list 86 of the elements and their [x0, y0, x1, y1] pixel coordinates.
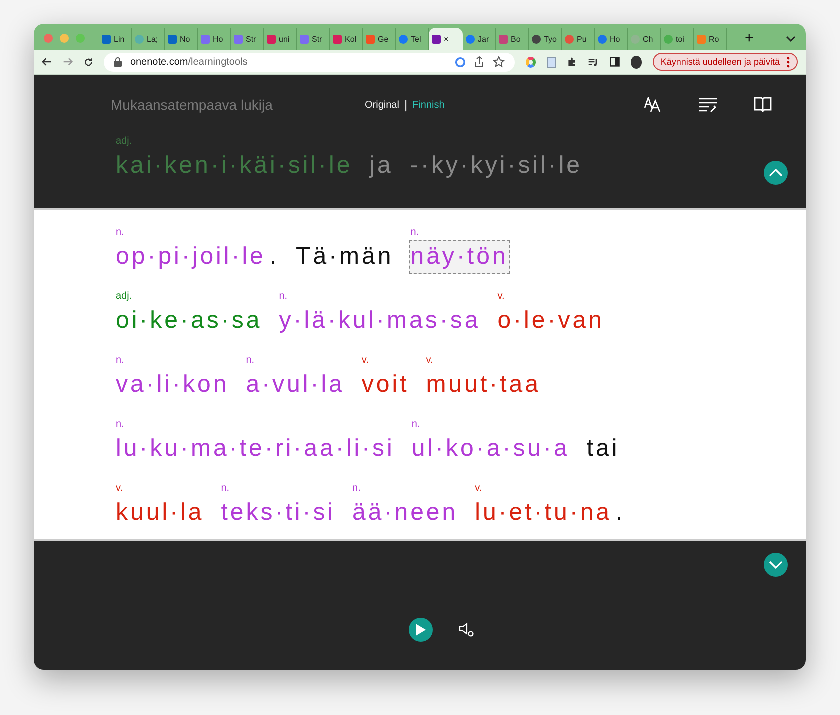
word[interactable]: va·li·kon [114, 368, 232, 402]
part-of-speech-label: n. [115, 227, 126, 240]
site-icon [333, 34, 342, 44]
word[interactable]: lu·ku·ma·te·ri·aa·li·si [114, 432, 397, 466]
site-icon [532, 34, 541, 44]
word[interactable]: kuul·la [114, 496, 206, 530]
word[interactable]: oi·ke·as·sa [114, 304, 264, 338]
play-button[interactable] [409, 618, 433, 642]
word[interactable]: op·pi·joil·le [114, 240, 268, 274]
chevron-up-icon [769, 169, 783, 177]
part-of-speech-label: adj. [115, 136, 134, 149]
word[interactable]: -·ky·kyi·sil·le [408, 149, 585, 183]
browser-tab[interactable]: × [429, 28, 463, 50]
new-tab-button[interactable]: + [727, 30, 764, 50]
lock-icon [114, 57, 122, 67]
language-label[interactable]: Finnish [412, 100, 445, 110]
site-icon [366, 34, 375, 44]
side-panel-icon[interactable] [610, 56, 620, 68]
word[interactable]: voit [360, 368, 412, 402]
site-icon [664, 34, 673, 44]
word[interactable]: Tä·män [294, 240, 396, 274]
word[interactable]: o·le·van [496, 304, 606, 338]
site-icon [201, 34, 210, 44]
grammar-tools-icon[interactable] [698, 97, 718, 113]
word[interactable]: muut·taa [424, 368, 543, 402]
star-icon[interactable] [492, 56, 505, 68]
part-of-speech-label: v. [474, 483, 484, 496]
share-icon[interactable] [474, 56, 485, 68]
separator-mark: | [404, 98, 408, 112]
part-of-speech-label: adj. [115, 291, 134, 304]
scroll-down-button[interactable] [764, 553, 788, 577]
extension-icon[interactable] [526, 56, 536, 68]
site-icon [432, 34, 441, 44]
chevron-down-icon[interactable] [786, 36, 796, 42]
play-icon [416, 624, 426, 636]
site-icon [499, 34, 508, 44]
part-of-speech-label: n. [245, 355, 256, 368]
address-field[interactable]: onenote.com/learningtools [104, 52, 515, 72]
word[interactable]: . [614, 496, 628, 530]
site-icon [565, 34, 574, 44]
site-icon [102, 34, 111, 44]
word[interactable]: ja [368, 149, 396, 183]
part-of-speech-label: n. [410, 419, 422, 432]
word[interactable]: . [268, 240, 282, 274]
part-of-speech-label: n. [115, 419, 126, 432]
reader-title: Mukaansatempaava lukija [111, 97, 274, 113]
site-icon [598, 34, 607, 44]
word[interactable]: ul·ko·a·su·a [410, 432, 572, 466]
word[interactable]: teks·ti·si [219, 496, 338, 530]
part-of-speech-label: v. [360, 355, 370, 368]
word[interactable]: näy·tön [408, 240, 510, 274]
site-icon [234, 34, 243, 44]
site-icon [399, 34, 408, 44]
more-icon[interactable] [786, 56, 790, 68]
word[interactable]: tai [584, 432, 622, 466]
word[interactable]: lu·et·tu·na [473, 496, 614, 530]
part-of-speech-label: v. [496, 291, 506, 304]
original-label[interactable]: Original [365, 100, 400, 110]
part-of-speech-label: v. [115, 483, 124, 496]
document-icon[interactable] [547, 56, 556, 68]
update-button[interactable]: Käynnistä uudelleen ja päivitä [652, 53, 798, 71]
site-icon [300, 34, 309, 44]
reload-icon[interactable] [84, 56, 94, 68]
chevron-down-icon [769, 561, 783, 569]
word[interactable]: a·vul·la [244, 368, 347, 402]
avatar[interactable] [630, 56, 642, 68]
puzzle-icon[interactable] [566, 56, 577, 68]
part-of-speech-label: n. [278, 291, 289, 304]
part-of-speech-label: n. [220, 483, 231, 496]
part-of-speech-label: n. [410, 227, 420, 240]
playlist-icon[interactable] [588, 56, 599, 68]
text-size-icon[interactable] [644, 97, 662, 113]
site-icon [135, 34, 144, 44]
word[interactable]: ää·neen [350, 496, 460, 530]
part-of-speech-label: n. [115, 355, 126, 368]
site-icon [697, 34, 706, 44]
book-icon[interactable] [754, 97, 772, 113]
scroll-up-button[interactable] [764, 161, 788, 185]
part-of-speech-label: v. [425, 355, 434, 368]
site-icon [267, 34, 276, 44]
voice-settings-icon[interactable] [459, 622, 475, 638]
back-icon[interactable] [42, 57, 52, 67]
site-icon [466, 34, 475, 44]
site-icon [168, 34, 177, 44]
part-of-speech-label: n. [352, 483, 362, 496]
word[interactable]: y·lä·kul·mas·sa [277, 304, 483, 338]
